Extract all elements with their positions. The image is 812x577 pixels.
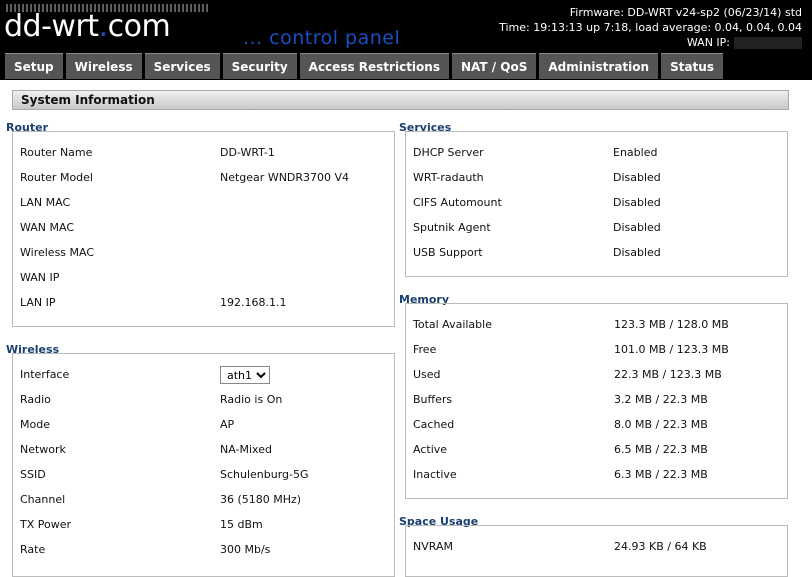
space-usage-fieldset — [405, 525, 788, 577]
tab-services[interactable]: Services — [144, 53, 220, 79]
memory-field-value: 101.0 MB / 123.3 MB — [614, 343, 729, 356]
memory-field-label: Inactive — [413, 468, 457, 481]
wireless-field-label: Channel — [20, 493, 66, 506]
memory-field-label: Active — [413, 443, 448, 456]
control-panel-subtitle: ... control panel — [243, 27, 401, 49]
space-field-value: 24.93 KB / 64 KB — [614, 540, 707, 553]
logo-dot: . — [98, 9, 109, 44]
memory-field-value: 8.0 MB / 22.3 MB — [614, 418, 708, 431]
router-field-label: LAN MAC — [20, 196, 71, 209]
memory-field-value: 6.3 MB / 22.3 MB — [614, 468, 708, 481]
service-field-label: DHCP Server — [413, 146, 484, 159]
service-field-value: Disabled — [613, 246, 661, 259]
interface-label: Interface — [20, 368, 70, 381]
tab-administration[interactable]: Administration — [539, 53, 659, 79]
section-title: System Information — [12, 90, 789, 110]
service-field-label: Sputnik Agent — [413, 221, 491, 234]
firmware-text: Firmware: DD-WRT v24-sp2 (06/23/14) std — [569, 6, 802, 19]
wireless-field-value: NA-Mixed — [220, 443, 272, 456]
memory-field-label: Total Available — [413, 318, 492, 331]
service-field-value: Disabled — [613, 221, 661, 234]
router-field-value: 192.168.1.1 — [220, 296, 287, 309]
memory-field-label: Cached — [413, 418, 455, 431]
memory-field-value: 22.3 MB / 123.3 MB — [614, 368, 722, 381]
memory-fieldset — [405, 303, 788, 499]
router-field-label: Router Name — [20, 146, 93, 159]
wireless-field-value: Radio is On — [220, 393, 283, 406]
service-field-label: CIFS Automount — [413, 196, 502, 209]
service-field-value: Enabled — [613, 146, 658, 159]
memory-field-label: Free — [413, 343, 437, 356]
memory-field-label: Buffers — [413, 393, 453, 406]
tab-status[interactable]: Status — [661, 53, 723, 79]
service-field-label: WRT-radauth — [413, 171, 484, 184]
wireless-field-label: Mode — [20, 418, 50, 431]
dd-wrt-logo[interactable]: dd-wrt.com — [4, 8, 171, 46]
wireless-field-value: Schulenburg-5G — [220, 468, 309, 481]
logo-text: dd-wrt — [4, 9, 99, 44]
router-field-label: Router Model — [20, 171, 93, 184]
space-field-label: NVRAM — [413, 540, 453, 553]
wireless-field-value: 36 (5180 MHz) — [220, 493, 302, 506]
wan-ip-line: WAN IP: — [499, 35, 802, 50]
router-field-label: LAN IP — [20, 296, 56, 309]
header-bar: dd-wrt.com ... control panel Firmware: D… — [0, 0, 812, 80]
interface-select[interactable]: ath1 — [220, 366, 270, 384]
wireless-fieldset — [12, 353, 395, 577]
service-field-value: Disabled — [613, 196, 661, 209]
wireless-field-value: AP — [220, 418, 235, 431]
router-field-label: WAN IP — [20, 271, 60, 284]
logo-com: com — [107, 9, 171, 44]
router-field-label: Wireless MAC — [20, 246, 95, 259]
tab-security[interactable]: Security — [222, 53, 297, 79]
tab-nat-qos[interactable]: NAT / QoS — [451, 53, 537, 79]
wireless-field-label: SSID — [20, 468, 46, 481]
router-field-value: Netgear WNDR3700 V4 — [220, 171, 350, 184]
wireless-field-label: TX Power — [20, 518, 72, 531]
wireless-field-label: Rate — [20, 543, 46, 556]
wireless-field-label: Radio — [20, 393, 51, 406]
uptime-text: Time: 19:13:13 up 7:18, load average: 0.… — [499, 21, 802, 34]
wireless-field-value: 300 Mb/s — [220, 543, 271, 556]
memory-field-value: 6.5 MB / 22.3 MB — [614, 443, 708, 456]
tab-access-restrictions[interactable]: Access Restrictions — [299, 53, 449, 79]
router-field-value: DD-WRT-1 — [220, 146, 275, 159]
memory-field-value: 3.2 MB / 22.3 MB — [614, 393, 708, 406]
main-nav-tabs: Setup Wireless Services Security Access Rest… — [5, 53, 723, 80]
wan-ip-label: WAN IP: — [686, 36, 730, 49]
wireless-field-label: Network — [20, 443, 66, 456]
wireless-field-value: 15 dBm — [220, 518, 263, 531]
tab-setup[interactable]: Setup — [5, 53, 63, 79]
service-field-value: Disabled — [613, 171, 661, 184]
memory-field-value: 123.3 MB / 128.0 MB — [614, 318, 729, 331]
header-info: Firmware: DD-WRT v24-sp2 (06/23/14) std … — [499, 5, 802, 50]
memory-field-label: Used — [413, 368, 441, 381]
router-field-label: WAN MAC — [20, 221, 75, 234]
tab-wireless[interactable]: Wireless — [65, 53, 142, 79]
wan-ip-redacted — [734, 37, 802, 49]
service-field-label: USB Support — [413, 246, 483, 259]
